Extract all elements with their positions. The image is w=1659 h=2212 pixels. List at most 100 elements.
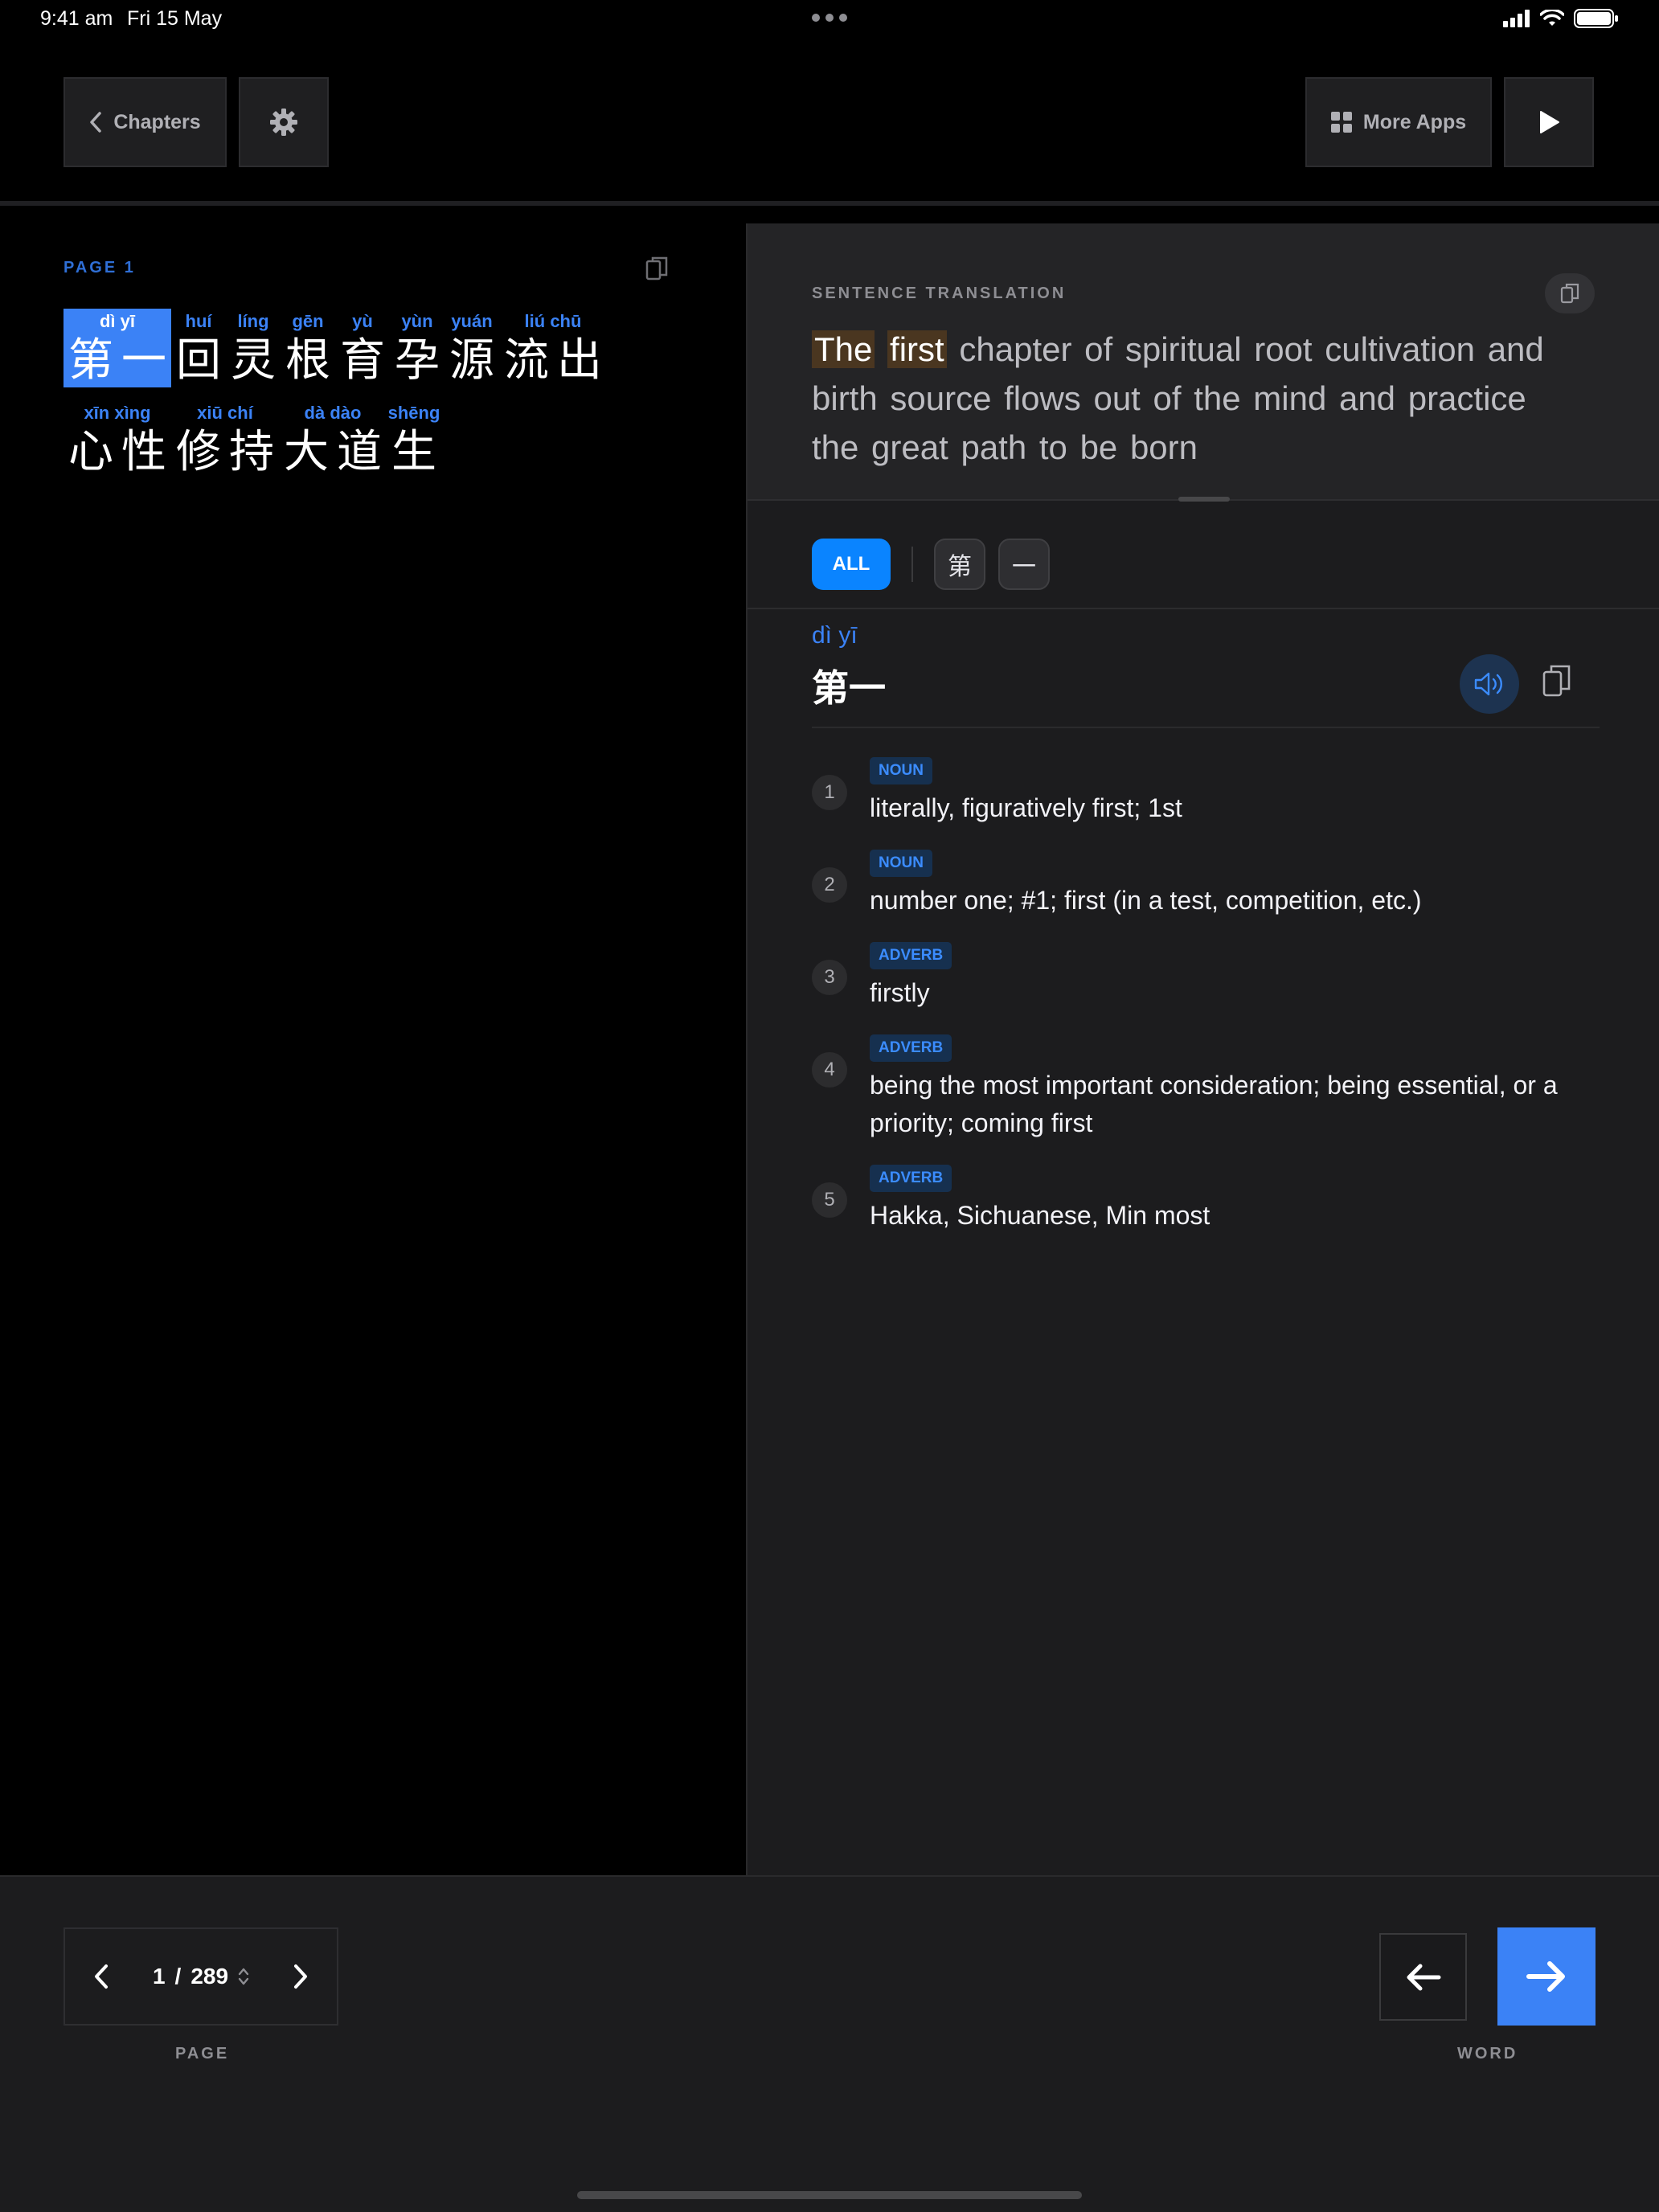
word-hanzi: 源 xyxy=(445,334,498,387)
word-pinyin: líng xyxy=(237,311,269,331)
reader-word[interactable]: gēn 根 xyxy=(281,309,335,387)
status-bar: 9:41 am Fri 15 May xyxy=(0,0,1659,39)
word-hanzi: 第一 xyxy=(64,334,170,387)
hanzi-char: 一 xyxy=(121,334,166,387)
next-page-button[interactable] xyxy=(264,1929,337,2024)
home-indicator[interactable] xyxy=(577,2191,1082,2199)
definition-item: 2 NOUN number one; #1; first (in a test, c… xyxy=(812,838,1600,931)
hanzi-char: 第 xyxy=(68,334,113,387)
more-apps-button[interactable]: More Apps xyxy=(1305,77,1492,167)
pager-label: PAGE xyxy=(175,2045,230,2062)
bottom-navigation: 1 / 289 PAGE WORD xyxy=(0,1875,1659,2212)
filter-divider xyxy=(911,547,913,582)
arrow-left-icon xyxy=(1407,1964,1440,1990)
copy-translation-button[interactable] xyxy=(1545,273,1595,313)
copy-entry-icon[interactable] xyxy=(1542,664,1572,698)
copy-page-icon[interactable] xyxy=(645,256,669,281)
pronounce-button[interactable] xyxy=(1460,654,1519,714)
top-toolbar: Chapters More Apps xyxy=(0,39,1659,206)
reader-word[interactable]: yuán 源 xyxy=(444,309,499,387)
hanzi-char: 回 xyxy=(176,334,221,387)
part-of-speech-badge: NOUN xyxy=(870,757,932,784)
apps-grid-icon xyxy=(1330,112,1352,133)
part-of-speech-badge: ADVERB xyxy=(870,1034,952,1062)
wifi-icon xyxy=(1540,10,1564,26)
highlighted-word: The xyxy=(812,330,875,368)
resize-handle[interactable] xyxy=(1178,497,1230,502)
hanzi-char: 育 xyxy=(340,334,385,387)
hanzi-char: 根 xyxy=(285,334,330,387)
word-pinyin: shēng xyxy=(387,403,440,423)
hanzi-char: 灵 xyxy=(231,334,276,387)
word-pinyin: liú chū xyxy=(524,311,582,331)
definition-text: firstly xyxy=(870,978,930,1007)
reader-word[interactable]: yù 育 xyxy=(335,309,390,387)
page-separator: / xyxy=(174,1964,182,1989)
page-selector[interactable]: 1 / 289 xyxy=(137,1964,264,1989)
filter-all-button[interactable]: ALL xyxy=(812,539,891,590)
text-line-2: xīn xìng 心性 xiū chí 修持 dà dào 大道 shēng 生 xyxy=(63,400,441,479)
chevron-right-icon xyxy=(294,1964,307,1989)
reader-word[interactable]: liú chū 流出 xyxy=(499,309,607,387)
reader-word[interactable]: dà dào 大道 xyxy=(279,400,387,479)
chevron-up-down-icon xyxy=(238,1968,249,1985)
hanzi-char: 持 xyxy=(229,426,274,478)
word-pinyin: yù xyxy=(352,311,373,331)
chapters-button[interactable]: Chapters xyxy=(63,77,227,167)
definition-text: Hakka, Sichuanese, Min most xyxy=(870,1201,1210,1230)
reader-word[interactable]: shēng 生 xyxy=(387,400,441,479)
total-pages: 289 xyxy=(190,1964,229,1989)
reader-word[interactable]: líng 灵 xyxy=(226,309,281,387)
page-number-label: PAGE 1 xyxy=(63,259,136,276)
entry-pinyin: dì yī xyxy=(812,622,858,649)
word-pinyin: huí xyxy=(185,311,212,331)
word-pinyin: yuán xyxy=(451,311,493,331)
word-hanzi: 大道 xyxy=(280,426,386,479)
next-word-button[interactable] xyxy=(1497,1927,1596,2026)
hanzi-char: 心 xyxy=(68,426,113,478)
current-page: 1 xyxy=(152,1964,166,1989)
entry-hanzi: 第一 xyxy=(812,666,886,710)
hanzi-char: 修 xyxy=(176,426,221,478)
reader-word[interactable]: huí 回 xyxy=(171,309,226,387)
multitasking-dots[interactable] xyxy=(812,14,847,22)
reader-word[interactable]: xīn xìng 心性 xyxy=(63,400,171,479)
hanzi-char: 流 xyxy=(504,334,549,387)
arrow-right-icon xyxy=(1526,1961,1565,1992)
previous-page-button[interactable] xyxy=(65,1929,137,2024)
word-hanzi: 心性 xyxy=(64,426,170,479)
play-icon xyxy=(1540,111,1559,133)
filter-char-button[interactable]: 第 xyxy=(934,539,985,590)
hanzi-char: 源 xyxy=(449,334,494,387)
reading-panel: PAGE 1 dì yī 第一 huí 回 líng 灵 gēn 根 yù 育 yùn 孕 yuán 源 l… xyxy=(0,206,746,1875)
reader-word[interactable]: dì yī 第一 xyxy=(63,309,171,387)
word-hanzi: 回 xyxy=(172,334,225,387)
part-of-speech-badge: ADVERB xyxy=(870,1165,952,1192)
play-button[interactable] xyxy=(1504,77,1594,167)
word-hanzi: 生 xyxy=(387,426,440,479)
settings-button[interactable] xyxy=(239,77,329,167)
divider xyxy=(812,727,1600,728)
gear-icon xyxy=(270,109,297,136)
character-filter-bar: ALL 第 一 xyxy=(812,539,1050,590)
definition-item: 3 ADVERB firstly xyxy=(812,931,1600,1023)
highlighted-word: first xyxy=(887,330,947,368)
word-hanzi: 孕 xyxy=(391,334,444,387)
dictionary-panel: SENTENCE TRANSLATION The first chapter o… xyxy=(746,223,1659,1875)
reader-word[interactable]: yùn 孕 xyxy=(390,309,444,387)
status-icons xyxy=(1503,9,1619,28)
previous-word-button[interactable] xyxy=(1379,1933,1467,2021)
hanzi-char: 道 xyxy=(337,426,382,478)
part-of-speech-badge: NOUN xyxy=(870,850,932,877)
battery-icon xyxy=(1574,9,1618,28)
text-line-1: dì yī 第一 huí 回 líng 灵 gēn 根 yù 育 yùn 孕 yuán 源 liú chū 流… xyxy=(63,309,607,387)
definition-item: 4 ADVERB being the most important consider… xyxy=(812,1023,1600,1153)
hanzi-char: 性 xyxy=(121,426,166,478)
definition-number: 1 xyxy=(812,775,847,810)
word-pinyin: xiū chí xyxy=(197,403,253,423)
reader-word[interactable]: xiū chí 修持 xyxy=(171,400,279,479)
definition-item: 5 ADVERB Hakka, Sichuanese, Min most xyxy=(812,1153,1600,1246)
word-pinyin: gēn xyxy=(292,311,324,331)
filter-char-button[interactable]: 一 xyxy=(998,539,1050,590)
definition-number: 2 xyxy=(812,867,847,903)
